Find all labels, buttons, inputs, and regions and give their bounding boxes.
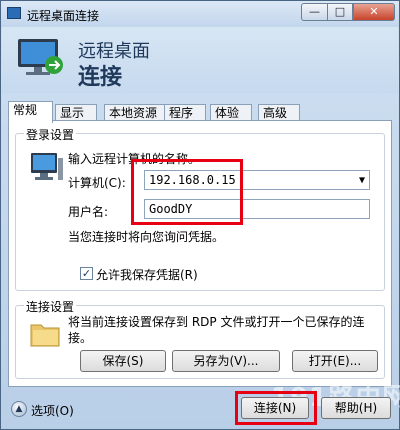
allow-save-credentials-label[interactable]: 允许我保存凭据(R) [96, 266, 198, 283]
highlight-box-connect [235, 391, 317, 425]
save-button[interactable]: 保存(S) [80, 350, 166, 372]
maximize-button[interactable]: □ [327, 3, 353, 21]
credentials-note: 当您连接时将向您询问凭据。 [68, 230, 225, 244]
header-title-line2: 连接 [78, 65, 123, 90]
highlight-box-credentials [131, 159, 243, 225]
computer-icon [31, 153, 63, 180]
minimize-button[interactable]: — [301, 3, 327, 21]
dropdown-arrow-icon[interactable]: ▼ [359, 172, 365, 190]
options-toggle[interactable]: 选项(O) [31, 402, 74, 419]
connection-settings-description: 将当前连接设置保存到 RDP 文件或打开一个已保存的连接。 [68, 315, 365, 345]
open-button[interactable]: 打开(E)... [292, 350, 378, 372]
save-as-button[interactable]: 另存为(V)... [172, 350, 280, 372]
remote-desktop-icon [7, 7, 21, 19]
connection-settings-group: 连接设置 将当前连接设置保存到 RDP 文件或打开一个已保存的连接。 保存(S)… [15, 298, 385, 379]
chevron-up-icon[interactable]: ▲ [11, 401, 27, 417]
window-title: 远程桌面连接 [27, 9, 100, 23]
allow-save-credentials-checkbox[interactable]: ✓ [80, 267, 93, 280]
help-button[interactable]: 帮助(H) [321, 397, 391, 419]
computer-label: 计算机(C): [68, 176, 126, 190]
folder-icon [30, 324, 60, 347]
username-label: 用户名: [68, 205, 109, 219]
header-banner: 远程桌面 连接 [2, 27, 398, 93]
monitor-icon [18, 39, 63, 75]
title-bar: 远程桌面连接 — □ ✕ [1, 1, 399, 27]
login-settings-title: 登录设置 [24, 126, 77, 143]
remote-desktop-window: 远程桌面连接 — □ ✕ 远程桌面 连接 常规 显示 本地资源 程序 体验 高级… [0, 0, 400, 430]
close-button[interactable]: ✕ [353, 3, 395, 21]
connection-settings-title: 连接设置 [24, 298, 77, 315]
tab-general[interactable]: 常规 [8, 101, 53, 123]
